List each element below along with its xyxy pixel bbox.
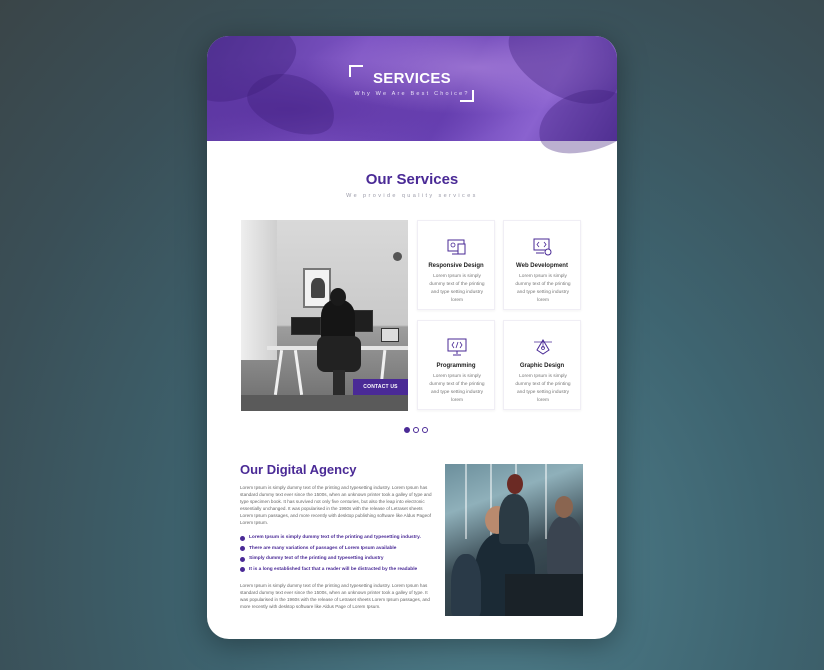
service-title: Programming [436,363,476,369]
service-description: Lorem Ipsum is simply dummy text of the … [515,274,571,303]
service-card-web-development[interactable]: Web Development Lorem Ipsum is simply du… [503,220,581,310]
service-card-responsive-design[interactable]: Responsive Design Lorem Ipsum is simply … [417,220,495,310]
bullet-icon [240,567,245,572]
service-title: Graphic Design [519,363,565,369]
agency-title: Our Digital Agency [240,462,357,477]
service-title: Responsive Design [428,263,484,269]
meeting-photo [445,464,583,616]
hero-banner: SERVICES Why We Are Best Choice? [207,36,617,163]
web-development-icon [533,238,552,256]
list-item: Lorem Ipsum is simply dummy text of the … [240,535,440,546]
carousel-pagination [404,427,434,435]
carousel-dot[interactable] [422,427,428,433]
service-card-programming[interactable]: Programming Lorem Ipsum is simply dummy … [417,320,495,410]
service-title: Web Development [516,263,568,269]
carousel-dot[interactable] [404,427,410,433]
agency-paragraph: Lorem Ipsum is simply dummy text of the … [240,485,432,525]
page-card: SERVICES Why We Are Best Choice? Our Ser… [207,36,617,639]
agency-bullet-list: Lorem Ipsum is simply dummy text of the … [240,535,440,577]
contact-us-button[interactable]: CONTACT US [353,379,408,395]
list-item: There are many variations of passages of… [240,546,440,557]
graphic-design-icon [534,339,552,355]
office-photo: CONTACT US [241,220,408,411]
service-description: Lorem Ipsum is simply dummy text of the … [429,274,485,303]
responsive-design-icon [447,239,466,255]
hero-subtitle: Why We Are Best Choice? [354,91,470,97]
bullet-icon [240,535,245,541]
agency-paragraph-secondary: Lorem Ipsum is simply dummy text of the … [240,583,430,609]
bullet-icon [240,556,245,562]
hero-title: SERVICES [373,70,451,87]
list-item: It is a long established fact that a rea… [240,567,440,578]
services-subtitle: We provide quality services [346,193,478,199]
service-description: Lorem Ipsum is simply dummy text of the … [429,374,485,403]
service-description: Lorem Ipsum is simply dummy text of the … [515,374,571,403]
programming-icon [447,338,467,356]
list-item: Simply dummy text of the printing and ty… [240,556,440,567]
service-card-graphic-design[interactable]: Graphic Design Lorem Ipsum is simply dum… [503,320,581,410]
services-title: Our Services [365,171,459,188]
bullet-icon [240,546,245,551]
carousel-dot[interactable] [413,427,419,433]
